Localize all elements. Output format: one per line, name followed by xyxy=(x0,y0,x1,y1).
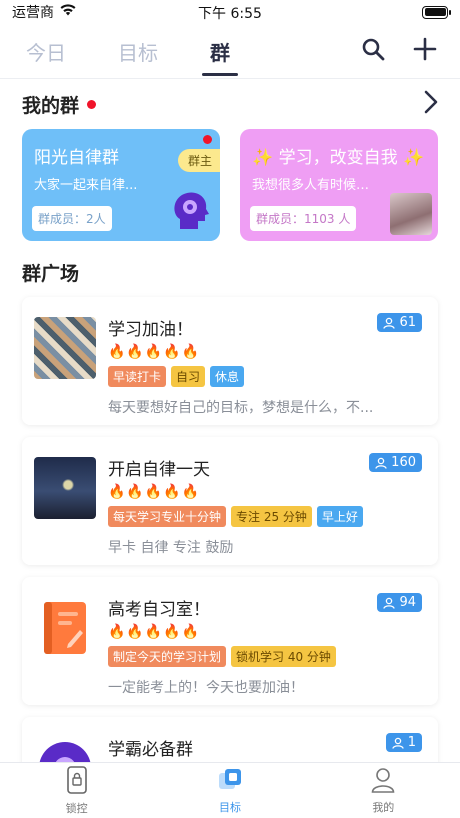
group-desc: 我想很多人有时候其实... xyxy=(252,178,382,193)
group-square-list: 学习加油！ 🔥🔥🔥🔥🔥 早读打卡 自习 休息 每天要想好自己的目标，梦想是什么，… xyxy=(0,297,460,818)
my-group-card[interactable]: ✨ 学习，改变自我 ✨ 我想很多人有时候其实... 群成员：1103 人 xyxy=(240,129,438,241)
group-desc: 早卡 自律 专注 鼓励 xyxy=(108,540,234,556)
add-icon[interactable] xyxy=(412,36,438,62)
tag: 锁机学习 40 分钟 xyxy=(231,646,336,667)
tag: 休息 xyxy=(210,366,245,387)
group-desc: 大家一起来自律... xyxy=(34,178,138,193)
flame-rating: 🔥🔥🔥🔥🔥 xyxy=(108,484,201,500)
member-count-badge: 160 xyxy=(369,453,422,472)
my-groups-list: 群主 阳光自律群 大家一起来自律... 群成员：2人 ✨ 学习，改变自我 ✨ 我… xyxy=(0,129,460,241)
bottom-tab-profile[interactable]: 我的 xyxy=(307,763,460,818)
bottom-tab-goals[interactable]: 目标 xyxy=(153,763,306,818)
my-groups-header: 我的群 xyxy=(0,79,460,129)
group-members: 群成员：2人 xyxy=(32,206,112,231)
my-group-card[interactable]: 群主 阳光自律群 大家一起来自律... 群成员：2人 xyxy=(22,129,220,241)
group-title: 学霸必备群 xyxy=(108,740,193,760)
notebook-icon xyxy=(34,597,96,659)
group-title: ✨ 学习，改变自我 ✨ xyxy=(252,148,425,168)
owner-badge: 群主 xyxy=(177,149,220,172)
status-bar: 运营商 下午 6:55 xyxy=(0,0,460,24)
head-flower-icon xyxy=(170,189,210,231)
bottom-tab-lock[interactable]: 锁控 xyxy=(0,763,153,818)
my-groups-title: 我的群 xyxy=(22,91,97,118)
user-icon xyxy=(375,457,387,469)
phone-lock-icon xyxy=(66,765,88,798)
group-photo xyxy=(390,193,432,235)
tag: 早读打卡 xyxy=(108,366,167,387)
chevron-right-icon[interactable] xyxy=(424,90,438,118)
list-item[interactable]: 学习加油！ 🔥🔥🔥🔥🔥 早读打卡 自习 休息 每天要想好自己的目标，梦想是什么，… xyxy=(22,297,438,425)
clock: 下午 6:55 xyxy=(198,6,262,22)
tab-groups[interactable]: 群 xyxy=(202,31,238,76)
bottom-tab-bar: 锁控 目标 我的 xyxy=(0,762,460,818)
tag: 制定今天的学习计划 xyxy=(108,646,227,667)
group-desc: 每天要想好自己的目标，梦想是什么，不... xyxy=(108,400,374,416)
tag: 自习 xyxy=(171,366,206,387)
group-desc: 一定能考上的！今天也要加油！ xyxy=(108,680,304,696)
flame-rating: 🔥🔥🔥🔥🔥 xyxy=(108,624,201,640)
tag: 早上好 xyxy=(316,506,363,527)
notification-dot xyxy=(87,99,97,109)
group-thumbnail xyxy=(34,457,96,519)
member-count-badge: 1 xyxy=(385,733,422,752)
flame-rating: 🔥🔥🔥🔥🔥 xyxy=(108,344,201,360)
user-icon xyxy=(392,737,404,749)
search-icon[interactable] xyxy=(360,36,386,62)
list-item[interactable]: 开启自律一天 🔥🔥🔥🔥🔥 每天学习专业十分钟 专注 25 分钟 早上好 早卡 自… xyxy=(22,437,438,565)
tab-today[interactable]: 今日 xyxy=(22,31,70,72)
group-square-title: 群广场 xyxy=(22,262,80,285)
member-count-badge: 61 xyxy=(377,313,422,332)
list-item[interactable]: 高考自习室！ 🔥🔥🔥🔥🔥 制定今天的学习计划 锁机学习 40 分钟 一定能考上的… xyxy=(22,577,438,705)
member-count-badge: 94 xyxy=(377,593,422,612)
group-thumbnail xyxy=(34,317,96,379)
unread-dot xyxy=(203,135,212,144)
top-nav: 今日 目标 群 xyxy=(0,24,460,78)
group-members: 群成员：1103 人 xyxy=(250,206,357,231)
user-icon xyxy=(383,317,396,329)
tab-goals[interactable]: 目标 xyxy=(114,31,162,72)
user-icon xyxy=(371,767,395,797)
tag: 专注 25 分钟 xyxy=(231,506,312,527)
tag: 每天学习专业十分钟 xyxy=(108,506,227,527)
tag-list: 制定今天的学习计划 锁机学习 40 分钟 xyxy=(108,646,426,667)
target-icon xyxy=(217,767,243,797)
user-icon xyxy=(383,597,396,609)
tag-list: 每天学习专业十分钟 专注 25 分钟 早上好 xyxy=(108,506,426,527)
battery-icon xyxy=(422,5,451,19)
tag-list: 早读打卡 自习 休息 xyxy=(108,366,426,387)
